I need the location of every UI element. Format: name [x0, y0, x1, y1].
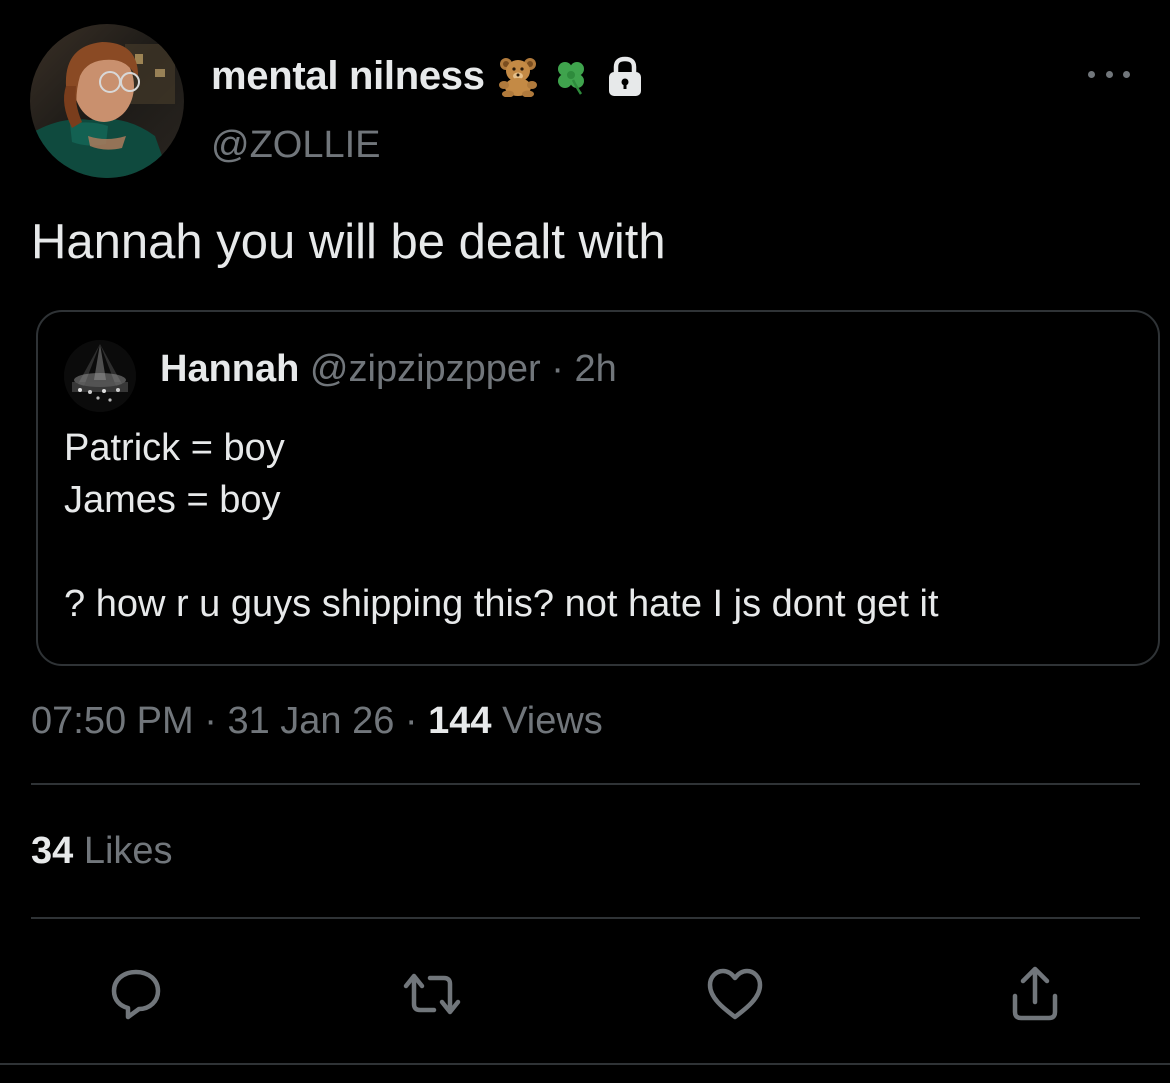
author-name-row: mental nilness — [211, 50, 645, 102]
divider — [31, 783, 1140, 785]
likes-count: 34 — [31, 830, 74, 872]
divider — [31, 917, 1140, 919]
quoted-author-handle[interactable]: @zipzipzpper — [310, 348, 541, 390]
quoted-tweet-line: Patrick = boy — [64, 427, 285, 469]
more-dot — [1123, 70, 1130, 78]
share-icon — [1012, 966, 1058, 1021]
quoted-tweet-age: 2h — [574, 348, 617, 390]
teddy-bear-icon — [495, 55, 541, 97]
quoted-tweet-line: James = boy — [64, 479, 281, 521]
more-dot — [1105, 70, 1113, 78]
retweet-button[interactable] — [400, 962, 464, 1026]
author-display-name[interactable]: mental nilness — [211, 54, 485, 99]
author-avatar[interactable] — [30, 24, 184, 178]
bottom-divider — [0, 1063, 1170, 1065]
quoted-tweet-card[interactable]: Hannah @zipzipzpper · 2h Patrick = boy J… — [36, 310, 1160, 666]
likes-row[interactable]: 34 Likes — [31, 830, 173, 873]
quoted-author-avatar — [64, 340, 136, 412]
quoted-tweet-text: Patrick = boy James = boy ? how r u guys… — [64, 422, 939, 630]
quoted-tweet-header: Hannah @zipzipzpper · 2h — [160, 348, 617, 391]
views-label: Views — [502, 700, 603, 742]
tweet-text: Hannah you will be dealt with — [31, 215, 666, 269]
tweet-time[interactable]: 07:50 PM — [31, 700, 194, 742]
tweet-date[interactable]: 31 Jan 26 — [227, 700, 394, 742]
four-leaf-clover-icon — [551, 56, 591, 96]
like-button[interactable] — [703, 962, 767, 1026]
retweet-icon — [403, 973, 461, 1015]
like-icon — [707, 968, 763, 1020]
views-count: 144 — [428, 700, 492, 742]
more-dot — [1088, 70, 1095, 78]
share-button[interactable] — [1003, 962, 1067, 1026]
more-options-icon[interactable] — [1088, 62, 1130, 86]
likes-label: Likes — [83, 830, 173, 872]
quoted-tweet-line — [64, 526, 939, 578]
reply-button[interactable] — [104, 962, 168, 1026]
quoted-header-separator: · — [551, 348, 564, 390]
quoted-tweet-line: ? how r u guys shipping this? not hate I… — [64, 583, 939, 625]
quoted-author-name[interactable]: Hannah — [160, 348, 299, 390]
meta-separator: · — [204, 700, 217, 742]
author-handle[interactable]: @ZOLLIE — [211, 124, 381, 167]
lock-icon — [605, 55, 645, 97]
tweet-meta: 07:50 PM · 31 Jan 26 · 144 Views — [31, 700, 603, 743]
meta-separator: · — [404, 700, 418, 742]
reply-icon — [111, 969, 161, 1020]
